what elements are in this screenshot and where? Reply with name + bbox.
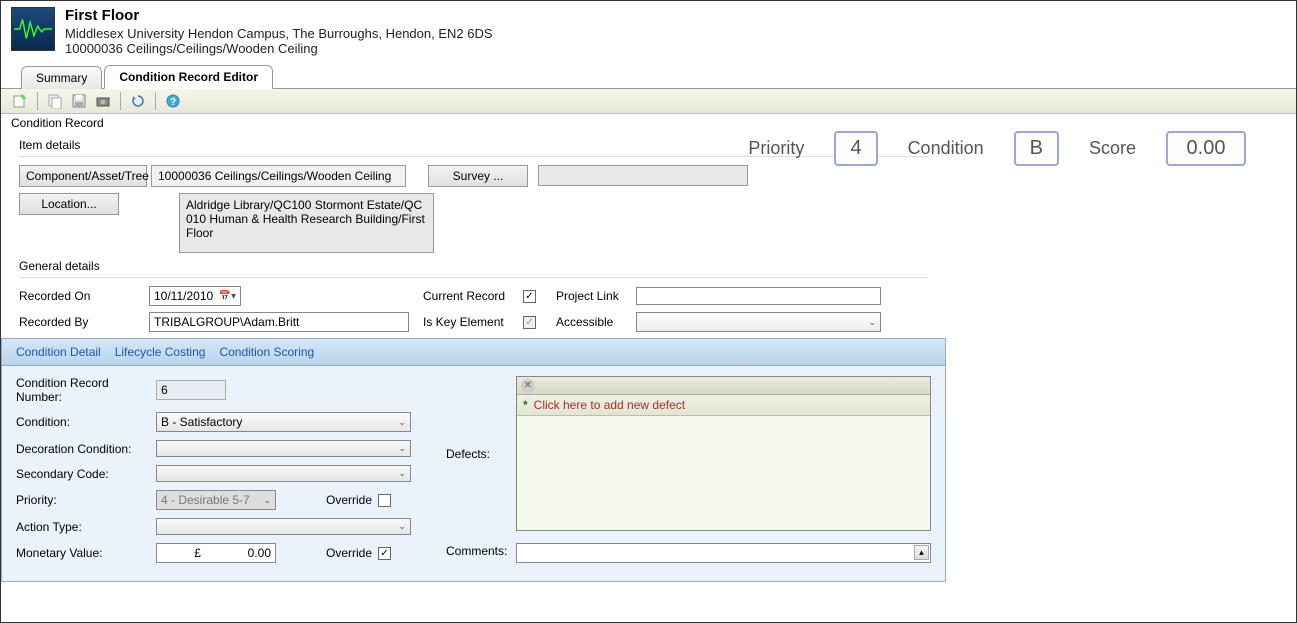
current-record-checkbox[interactable]: ✓	[523, 290, 536, 303]
accessible-select[interactable]: ⌄	[636, 312, 881, 332]
secondary-code-select[interactable]: ⌄	[156, 465, 411, 482]
save-icon[interactable]	[70, 92, 88, 110]
toolbar-separator	[155, 92, 156, 110]
location-button[interactable]: Location...	[19, 193, 119, 215]
component-asset-tree-button[interactable]: Component/Asset/Tree	[19, 165, 147, 187]
survey-button[interactable]: Survey ...	[428, 165, 528, 187]
priority-detail-label: Priority:	[16, 493, 156, 507]
tab-summary[interactable]: Summary	[21, 66, 102, 89]
decoration-condition-select[interactable]: ⌄	[156, 440, 411, 457]
comments-label: Comments:	[446, 544, 516, 558]
action-type-select[interactable]: ⌄	[156, 518, 411, 535]
page-title: First Floor	[65, 7, 493, 24]
accessible-label: Accessible	[556, 315, 636, 329]
scroll-up-icon[interactable]: ▴	[914, 545, 929, 560]
subtab-lifecycle-costing[interactable]: Lifecycle Costing	[115, 345, 206, 359]
action-type-label: Action Type:	[16, 520, 156, 534]
help-icon[interactable]: ?	[164, 92, 182, 110]
asterisk-icon: *	[523, 398, 528, 412]
add-defect-row[interactable]: * Click here to add new defect	[517, 395, 930, 416]
subtab-condition-detail[interactable]: Condition Detail	[16, 345, 101, 359]
crn-value: 6	[156, 380, 226, 400]
priority-value: 4	[834, 131, 877, 166]
is-key-element-checkbox: ✓	[523, 316, 536, 329]
location-value: Aldridge Library/QC100 Stormont Estate/Q…	[179, 193, 434, 253]
current-record-label: Current Record	[423, 289, 523, 303]
defects-label: Defects:	[446, 447, 516, 461]
copy-icon[interactable]	[46, 92, 64, 110]
project-link-input[interactable]	[636, 287, 881, 305]
condition-select[interactable]: B - Satisfactory⌄	[156, 412, 411, 432]
header-path: 10000036 Ceilings/Ceilings/Wooden Ceilin…	[65, 41, 493, 56]
recorded-by-input[interactable]	[149, 312, 409, 332]
secondary-code-label: Secondary Code:	[16, 467, 156, 481]
delete-defect-icon[interactable]: ✕	[521, 379, 535, 393]
general-details-title: General details	[19, 259, 928, 273]
score-value: 0.00	[1166, 131, 1246, 166]
comments-textarea[interactable]: ▴	[516, 543, 931, 563]
section-condition-record: Condition Record	[1, 114, 1296, 132]
camera-icon[interactable]	[94, 92, 112, 110]
defects-grid[interactable]: ✕ * Click here to add new defect	[516, 376, 931, 531]
monetary-value-label: Monetary Value:	[16, 546, 156, 560]
override-priority-checkbox[interactable]	[378, 494, 391, 507]
header-address: Middlesex University Hendon Campus, The …	[65, 26, 493, 41]
recorded-by-label: Recorded By	[19, 315, 149, 329]
toolbar-separator	[37, 92, 38, 110]
priority-label: Priority	[748, 138, 804, 159]
priority-select: 4 - Desirable 5-7⌄	[156, 490, 276, 510]
new-icon[interactable]	[11, 92, 29, 110]
is-key-element-label: Is Key Element	[423, 315, 523, 329]
decoration-condition-label: Decoration Condition:	[16, 442, 156, 456]
refresh-icon[interactable]	[129, 92, 147, 110]
recorded-on-input[interactable]: 10/11/2010 📅▾	[149, 286, 241, 306]
toolbar-separator	[120, 92, 121, 110]
condition-detail-label: Condition:	[16, 415, 156, 429]
recorded-on-label: Recorded On	[19, 289, 149, 303]
app-logo	[11, 7, 55, 51]
survey-value	[538, 165, 748, 186]
calendar-icon[interactable]: 📅▾	[219, 291, 236, 302]
crn-label: Condition Record Number:	[16, 376, 156, 404]
tab-condition-record-editor[interactable]: Condition Record Editor	[104, 65, 273, 89]
score-label: Score	[1089, 138, 1136, 159]
component-path-value: 10000036 Ceilings/Ceilings/Wooden Ceilin…	[151, 165, 406, 187]
monetary-value-input[interactable]	[156, 543, 276, 563]
svg-text:?: ?	[170, 97, 176, 108]
override-priority-label: Override	[326, 493, 372, 507]
override-monetary-label: Override	[326, 546, 372, 560]
condition-label: Condition	[908, 138, 984, 159]
override-monetary-checkbox[interactable]: ✓	[378, 547, 391, 560]
condition-value: B	[1014, 131, 1059, 166]
project-link-label: Project Link	[556, 289, 636, 303]
subtab-condition-scoring[interactable]: Condition Scoring	[219, 345, 314, 359]
